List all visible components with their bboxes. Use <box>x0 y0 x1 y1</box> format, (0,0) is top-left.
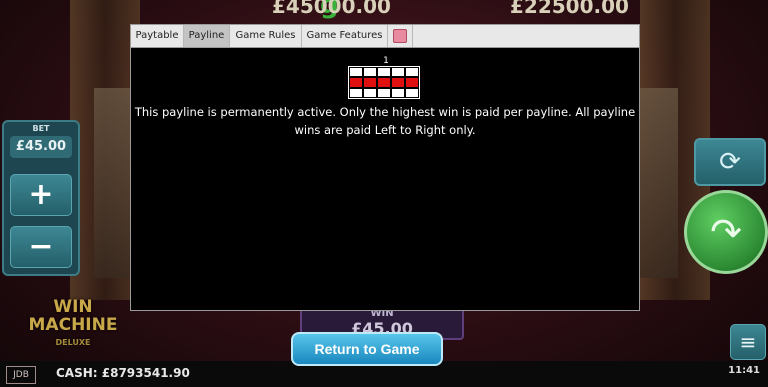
spin-button[interactable]: ↷ <box>684 190 768 274</box>
jackpot-left-value: £45000.00 <box>272 0 391 18</box>
brand-logo: JDB <box>6 366 36 384</box>
reel-left <box>94 88 134 278</box>
tab-game-features[interactable]: Game Features <box>302 25 388 47</box>
dice-icon <box>393 29 407 43</box>
payline-number: 1 <box>383 56 389 66</box>
menu-button[interactable]: ≡ <box>730 324 766 360</box>
payline-cell <box>391 67 405 78</box>
refresh-icon: ⟳ <box>719 147 741 177</box>
info-tabbar: Paytable Payline Game Rules Game Feature… <box>131 25 639 48</box>
cash-balance: CASH: £8793541.90 <box>56 366 190 380</box>
game-logo: WIN MACHINE DELUXE <box>8 298 138 354</box>
payline-cell <box>349 67 363 78</box>
return-to-game-button[interactable]: Return to Game <box>291 332 443 366</box>
bet-increase-button[interactable]: + <box>10 174 72 216</box>
bet-value[interactable]: £45.00 <box>10 136 72 158</box>
autoplay-refresh-button[interactable]: ⟳ <box>694 138 766 186</box>
bet-panel: BET £45.00 + − <box>2 120 80 276</box>
payline-cell <box>377 87 391 98</box>
payline-cell <box>405 67 419 78</box>
payline-cell <box>391 87 405 98</box>
tab-paytable[interactable]: Paytable <box>131 25 184 47</box>
payline-cell <box>349 87 363 98</box>
payline-diagram <box>348 66 420 99</box>
logo-line-top: WIN <box>53 297 93 317</box>
clock: 11:41 <box>728 365 760 376</box>
payline-description: This payline is permanently active. Only… <box>134 105 636 137</box>
bet-decrease-button[interactable]: − <box>10 226 72 268</box>
payline-cell <box>363 67 377 78</box>
payline-cell <box>377 67 391 78</box>
logo-line-main: MACHINE <box>28 315 118 335</box>
tab-dice[interactable] <box>388 25 413 47</box>
reel-right <box>638 88 678 278</box>
bet-label: BET <box>32 124 50 133</box>
payline-cell-active <box>391 77 405 88</box>
payline-cell-active <box>405 77 419 88</box>
tab-payline[interactable]: Payline <box>184 25 230 47</box>
jackpot-right-value: £22500.00 <box>510 0 629 18</box>
jackpot-header: g £45000.00 £22500.00 <box>150 0 629 22</box>
hamburger-icon: ≡ <box>739 330 757 354</box>
info-modal: Paytable Payline Game Rules Game Feature… <box>130 24 640 311</box>
payline-cell <box>363 87 377 98</box>
payline-cell-active <box>377 77 391 88</box>
payline-cell-active <box>349 77 363 88</box>
payline-cell-active <box>363 77 377 88</box>
payline-cell <box>405 87 419 98</box>
logo-deluxe: DELUXE <box>55 338 91 347</box>
spin-arrow-icon: ↷ <box>710 210 742 254</box>
tab-game-rules[interactable]: Game Rules <box>230 25 302 47</box>
